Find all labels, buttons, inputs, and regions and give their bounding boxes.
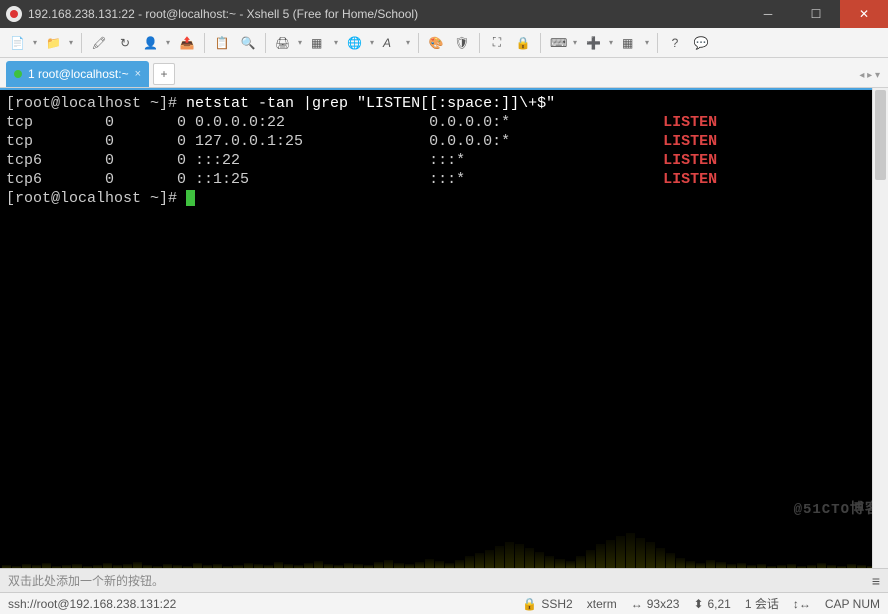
hint-text: 双击此处添加一个新的按钮。	[8, 572, 164, 589]
command-text: netstat -tan |grep "LISTEN[[:space:]]\+$…	[186, 95, 555, 112]
connection-status-icon	[14, 70, 22, 78]
app-icon	[6, 6, 22, 22]
new-session-button[interactable]: 📄	[6, 31, 40, 55]
status-term: xterm	[587, 597, 617, 611]
globe-button[interactable]: 🌐	[343, 31, 377, 55]
keyboard-button[interactable]: ⌨	[546, 31, 580, 55]
status-caps: CAP NUM	[825, 597, 880, 611]
maximize-button[interactable]: ☐	[792, 0, 840, 28]
transfer-button[interactable]: 📤	[175, 31, 199, 55]
status-sessions: 1 会话	[745, 595, 779, 612]
status-uri: ssh://root@192.168.238.131:22	[8, 597, 508, 611]
copy-button[interactable]: 📋	[210, 31, 234, 55]
status-bar: ssh://root@192.168.238.131:22 🔒 SSH2 xte…	[0, 592, 888, 614]
scrollbar-thumb[interactable]	[875, 90, 886, 180]
fullscreen-button[interactable]: ⛶	[485, 31, 509, 55]
open-button[interactable]: 📁	[42, 31, 76, 55]
print-button[interactable]: 🖨	[271, 31, 305, 55]
help-button[interactable]: ?	[663, 31, 687, 55]
status-cursor: ⬍ 6,21	[693, 597, 730, 611]
prompt: [root@localhost ~]#	[6, 95, 186, 112]
lock-icon[interactable]: 🔒	[511, 31, 535, 55]
terminal[interactable]: [root@localhost ~]# netstat -tan |grep "…	[0, 88, 888, 568]
add-button[interactable]: ➕	[582, 31, 616, 55]
hamburger-icon[interactable]: ≡	[872, 573, 880, 589]
grid-button[interactable]: ▦	[618, 31, 652, 55]
font-button[interactable]: A	[379, 31, 413, 55]
status-net-icon: ↕↔	[793, 597, 811, 611]
tab-bar: 1 root@localhost:~ × + ◂ ▸ ▾	[0, 58, 888, 88]
tab-close-icon[interactable]: ×	[135, 68, 141, 80]
session-tab[interactable]: 1 root@localhost:~ ×	[6, 61, 149, 87]
chat-button[interactable]: 💬	[689, 31, 713, 55]
minimize-button[interactable]: ─	[744, 0, 792, 28]
tab-label: 1 root@localhost:~	[28, 67, 129, 81]
cursor	[186, 190, 195, 206]
shield-button[interactable]: 🛡	[450, 31, 474, 55]
hint-bar[interactable]: 双击此处添加一个新的按钮。 ≡	[0, 568, 888, 592]
status-proto: 🔒 SSH2	[522, 597, 572, 611]
status-size: ↔ 93x23	[631, 597, 680, 611]
highlight-button[interactable]: 🖍	[87, 31, 111, 55]
window-titlebar: 192.168.238.131:22 - root@localhost:~ - …	[0, 0, 888, 28]
find-button[interactable]: 🔍	[236, 31, 260, 55]
toolbar: 📄 📁 🖍 ↻ 👤 📤 📋 🔍 🖨 ▦ 🌐 A 🎨 🛡 ⛶ 🔒 ⌨ ➕ ▦ ? …	[0, 28, 888, 58]
tab-nav[interactable]: ◂ ▸ ▾	[859, 70, 880, 81]
layout-button[interactable]: ▦	[307, 31, 341, 55]
watermark: @51CTO博客	[794, 501, 880, 520]
reconnect-button[interactable]: ↻	[113, 31, 137, 55]
prompt-2: [root@localhost ~]#	[6, 190, 186, 207]
vertical-scrollbar[interactable]	[872, 88, 888, 568]
profile-button[interactable]: 👤	[139, 31, 173, 55]
new-tab-button[interactable]: +	[153, 63, 175, 85]
color-button[interactable]: 🎨	[424, 31, 448, 55]
equalizer-decoration	[0, 508, 888, 568]
close-button[interactable]: ✕	[840, 0, 888, 28]
window-title: 192.168.238.131:22 - root@localhost:~ - …	[28, 7, 744, 21]
